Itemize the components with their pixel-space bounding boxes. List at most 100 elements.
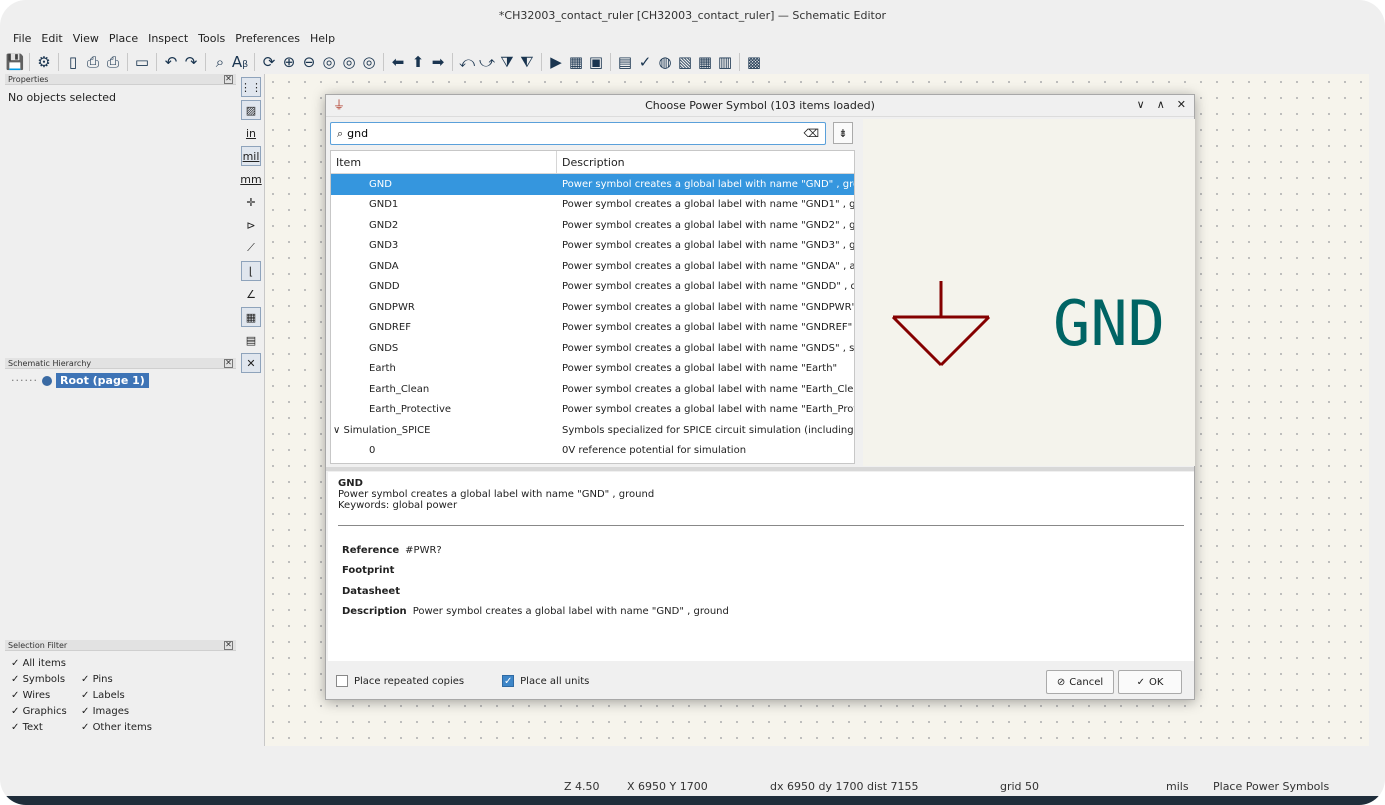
properties-toggle-icon[interactable]: ✕: [241, 353, 261, 373]
hidden-pins-icon[interactable]: ⊳: [241, 215, 261, 235]
sort-filter-button[interactable]: ⇟: [833, 122, 853, 144]
tree-row[interactable]: Earth_Protective Power symbol creates a g…: [331, 400, 854, 421]
filter-symbols[interactable]: ✓ Symbols: [11, 674, 67, 685]
tree-row[interactable]: ∨ Simulation_SPICE Symbols specialized fo…: [331, 420, 854, 441]
close-icon[interactable]: ✕: [224, 74, 233, 84]
line-mode-free-icon[interactable]: ⟋: [241, 238, 261, 258]
symbol-browser-icon[interactable]: ▦: [567, 53, 585, 71]
ok-button[interactable]: ✓ OK: [1118, 670, 1182, 694]
line-mode-45-icon[interactable]: ∠: [241, 284, 261, 304]
tree-row[interactable]: GNDREF Power symbol creates a global labe…: [331, 318, 854, 339]
filter-text[interactable]: ✓ Text: [11, 722, 67, 733]
zoom-objects-icon[interactable]: ◎: [340, 53, 358, 71]
navigate-forward-icon[interactable]: ➡: [429, 53, 447, 71]
print-icon[interactable]: ⎙: [84, 53, 102, 71]
update-pcb-icon[interactable]: ▥: [716, 53, 734, 71]
save-icon[interactable]: 💾: [6, 53, 25, 71]
bom-icon[interactable]: ▧: [676, 53, 694, 71]
field-description: Description Power symbol creates a globa…: [338, 602, 1184, 623]
symbol-fields-table-icon[interactable]: ▦: [696, 53, 714, 71]
grid-icon[interactable]: ⋮⋮: [240, 77, 262, 97]
zoom-in-icon[interactable]: ⊕: [280, 53, 298, 71]
minimize-icon[interactable]: ∨: [1137, 98, 1145, 111]
line-mode-90-icon[interactable]: ⌊: [241, 261, 261, 281]
filter-pins[interactable]: ✓ Pins: [81, 674, 137, 685]
hierarchy-navigator-icon[interactable]: ▤: [241, 330, 261, 350]
cursor-crosshair-icon[interactable]: ✛: [241, 192, 261, 212]
place-repeated-copies-checkbox[interactable]: Place repeated copies: [336, 675, 464, 687]
place-repeated-copies-label: Place repeated copies: [354, 675, 465, 687]
mirror-v-icon[interactable]: ⧩: [498, 53, 516, 71]
clear-search-icon[interactable]: ⌫: [803, 127, 819, 140]
tree-row[interactable]: GNDD Power symbol creates a global label …: [331, 277, 854, 298]
mirror-h-icon[interactable]: ⧨: [518, 53, 536, 71]
menu-help[interactable]: Help: [305, 30, 340, 48]
pcb-editor-icon[interactable]: ▩: [745, 53, 763, 71]
search-input[interactable]: [347, 127, 804, 140]
annotation-icon[interactable]: ▦: [241, 307, 261, 327]
tree-row[interactable]: GND1 Power symbol creates a global label …: [331, 195, 854, 216]
tree-row[interactable]: 0 0V reference potential for simulation: [331, 441, 854, 462]
units-mils-button[interactable]: mil: [241, 146, 261, 166]
tree-row[interactable]: GND2 Power symbol creates a global label …: [331, 215, 854, 236]
close-icon[interactable]: ✕: [224, 640, 233, 650]
filter-images[interactable]: ✓ Images: [81, 706, 137, 717]
menu-file[interactable]: File: [8, 30, 36, 48]
toolbar-separator: [127, 53, 128, 71]
tree-row[interactable]: GNDA Power symbol creates a global label …: [331, 256, 854, 277]
filter-other-items[interactable]: ✓ Other items: [81, 722, 152, 733]
schematic-setup-icon[interactable]: ⚙: [35, 53, 53, 71]
filter-wires[interactable]: ✓ Wires: [11, 690, 67, 701]
footprint-assign-icon[interactable]: ▣: [587, 53, 605, 71]
navigate-back-icon[interactable]: ⬅: [389, 53, 407, 71]
filter-all-items[interactable]: ✓ All items: [11, 658, 67, 669]
splitter[interactable]: [326, 467, 1194, 471]
navigate-up-icon[interactable]: ⬆: [409, 53, 427, 71]
place-all-units-checkbox[interactable]: ✓ Place all units: [502, 675, 589, 687]
plot-icon[interactable]: ⎙: [104, 53, 122, 71]
simulator-icon[interactable]: ◍: [656, 53, 674, 71]
maximize-icon[interactable]: ∧: [1157, 98, 1165, 111]
annotate-icon[interactable]: ▤: [616, 53, 634, 71]
menu-inspect[interactable]: Inspect: [143, 30, 193, 48]
tree-row[interactable]: Earth Power symbol creates a global label…: [331, 359, 854, 380]
close-icon[interactable]: ✕: [1177, 98, 1186, 111]
erc-icon[interactable]: ✓: [636, 53, 654, 71]
refresh-icon[interactable]: ⟳: [260, 53, 278, 71]
menu-place[interactable]: Place: [104, 30, 143, 48]
hierarchy-root-item[interactable]: ······ Root (page 1): [11, 373, 149, 388]
rotate-ccw-icon[interactable]: ⤺: [458, 53, 476, 71]
grid-overrides-icon[interactable]: ▨: [241, 100, 261, 120]
tree-row[interactable]: Earth_Clean Power symbol creates a global…: [331, 379, 854, 400]
tree-row[interactable]: GND3 Power symbol creates a global label …: [331, 236, 854, 257]
symbol-editor-icon[interactable]: ▶: [547, 53, 565, 71]
column-header-item[interactable]: Item: [331, 151, 557, 173]
zoom-selection-icon[interactable]: ◎: [360, 53, 378, 71]
tree-row[interactable]: GNDS Power symbol creates a global label …: [331, 338, 854, 359]
redo-icon[interactable]: ↷: [182, 53, 200, 71]
find-replace-icon[interactable]: Aᵦ: [231, 53, 249, 71]
filter-labels[interactable]: ✓ Labels: [81, 690, 137, 701]
column-header-description[interactable]: Description: [557, 151, 625, 173]
find-icon[interactable]: ⌕: [211, 53, 229, 71]
tree-row[interactable]: GNDPWR Power symbol creates a global labe…: [331, 297, 854, 318]
tree-row[interactable]: GND Power symbol creates a global label w…: [331, 174, 854, 195]
menu-view[interactable]: View: [68, 30, 104, 48]
rotate-cw-icon[interactable]: ⤻: [478, 53, 496, 71]
cancel-button[interactable]: ⊘ Cancel: [1046, 670, 1114, 694]
page-settings-icon[interactable]: ▯: [64, 53, 82, 71]
units-mm-button[interactable]: mm: [240, 169, 261, 189]
menu-edit[interactable]: Edit: [36, 30, 67, 48]
filter-graphics[interactable]: ✓ Graphics: [11, 706, 67, 717]
units-inches-button[interactable]: in: [241, 123, 261, 143]
close-icon[interactable]: ✕: [224, 358, 233, 368]
menu-tools[interactable]: Tools: [193, 30, 230, 48]
paste-icon[interactable]: ▭: [133, 53, 151, 71]
menu-preferences[interactable]: Preferences: [230, 30, 305, 48]
toolbar-separator: [29, 53, 30, 71]
status-units: mils: [1166, 780, 1189, 793]
undo-icon[interactable]: ↶: [162, 53, 180, 71]
zoom-out-icon[interactable]: ⊖: [300, 53, 318, 71]
tree-item-name: Earth_Clean: [369, 383, 430, 395]
zoom-fit-icon[interactable]: ◎: [320, 53, 338, 71]
